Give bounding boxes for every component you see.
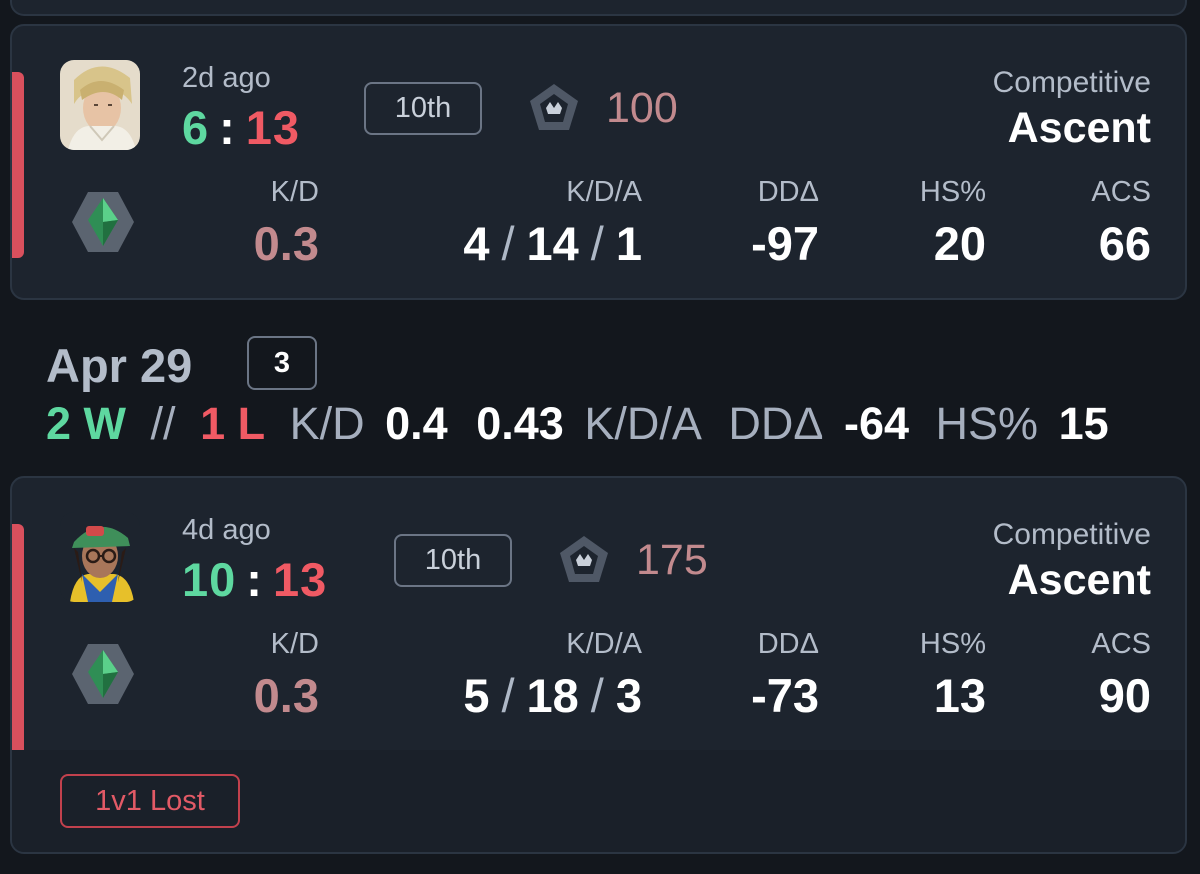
kd-label: K/D: [270, 628, 319, 660]
placement-badge: 10th: [394, 534, 512, 587]
hs-value: 13: [933, 669, 986, 722]
day-hs-value: 15: [1058, 398, 1109, 449]
day-kd-value: 0.4: [385, 398, 448, 449]
day-kd-label: K/D: [289, 398, 365, 449]
previous-match-card-edge: [10, 0, 1187, 16]
kda-label: K/D/A: [566, 176, 642, 208]
acs-value: 90: [1098, 669, 1151, 722]
score-lost: 13: [245, 101, 301, 154]
day-wins: 2 W: [46, 398, 127, 449]
dd-label: DDΔ: [757, 176, 819, 208]
deaths: 14: [526, 217, 579, 270]
game-mode: Competitive: [992, 66, 1151, 99]
placement-badge: 10th: [364, 82, 482, 135]
assists: 3: [615, 669, 642, 722]
rank-rating: 175: [636, 536, 708, 584]
kda-value: 4/14/1: [463, 217, 642, 270]
kd-value: 0.3: [253, 217, 319, 270]
map-name: Ascent: [1007, 556, 1151, 604]
dd-label: DDΔ: [757, 628, 819, 660]
assists: 1: [615, 217, 642, 270]
day-date: Apr 29: [46, 339, 193, 392]
acs-label: ACS: [1091, 628, 1151, 660]
match-time-ago: 2d ago: [182, 62, 271, 94]
day-divider: //: [150, 398, 176, 449]
emerald-rank-gem-icon: [68, 638, 138, 710]
score-lost: 13: [272, 553, 328, 606]
match-time-ago: 4d ago: [182, 514, 271, 546]
dd-value: -97: [751, 217, 819, 270]
day-dd-label: DDΔ: [728, 398, 824, 449]
hs-value: 20: [933, 217, 986, 270]
day-dd-value: -64: [843, 398, 910, 449]
day-kda-value: 0.43: [476, 398, 564, 449]
kd-label: K/D: [270, 176, 319, 208]
day-match-count: 3: [247, 336, 317, 390]
kda-value: 5/18/3: [463, 669, 642, 722]
acs-label: ACS: [1091, 176, 1151, 208]
score-separator: :: [219, 101, 236, 154]
clutch-lost-badge: 1v1 Lost: [60, 774, 240, 828]
match-card[interactable]: 4d ago 10:13 10th 175 Competitive Ascent…: [10, 476, 1187, 854]
hs-label: HS%: [919, 628, 986, 660]
loss-indicator-bar: [12, 72, 24, 258]
day-kda-label: K/D/A: [584, 398, 702, 449]
emerald-rank-gem-icon: [68, 186, 138, 258]
score-won: 10: [182, 553, 237, 606]
day-losses: 1 L: [200, 398, 266, 449]
rank-pentagon-icon: [526, 80, 582, 136]
deaths: 18: [526, 669, 579, 722]
score-separator: :: [246, 553, 263, 606]
agent-portrait-icon: [60, 512, 140, 602]
match-score: 10:13: [182, 552, 327, 607]
kills: 5: [463, 669, 490, 722]
hs-label: HS%: [919, 176, 986, 208]
rank-rating: 100: [606, 84, 678, 132]
match-score: 6:13: [182, 100, 300, 155]
agent-avatar: [60, 512, 140, 602]
kd-value: 0.3: [253, 669, 319, 722]
game-mode: Competitive: [992, 518, 1151, 551]
agent-portrait-icon: [60, 60, 140, 150]
match-card-footer: 1v1 Lost: [12, 750, 1185, 852]
kda-label: K/D/A: [566, 628, 642, 660]
dd-value: -73: [751, 669, 819, 722]
day-summary: 2 W // 1 L K/D 0.4 0.43 K/D/A DDΔ -64 HS…: [46, 398, 1109, 458]
kills: 4: [463, 217, 490, 270]
acs-value: 66: [1098, 217, 1151, 270]
agent-avatar: [60, 60, 140, 150]
map-name: Ascent: [1007, 104, 1151, 152]
day-hs-label: HS%: [935, 398, 1039, 449]
rank-pentagon-icon: [556, 532, 612, 588]
match-card[interactable]: 2d ago 6:13 10th 100 Competitive Ascent …: [10, 24, 1187, 300]
score-won: 6: [182, 101, 210, 154]
